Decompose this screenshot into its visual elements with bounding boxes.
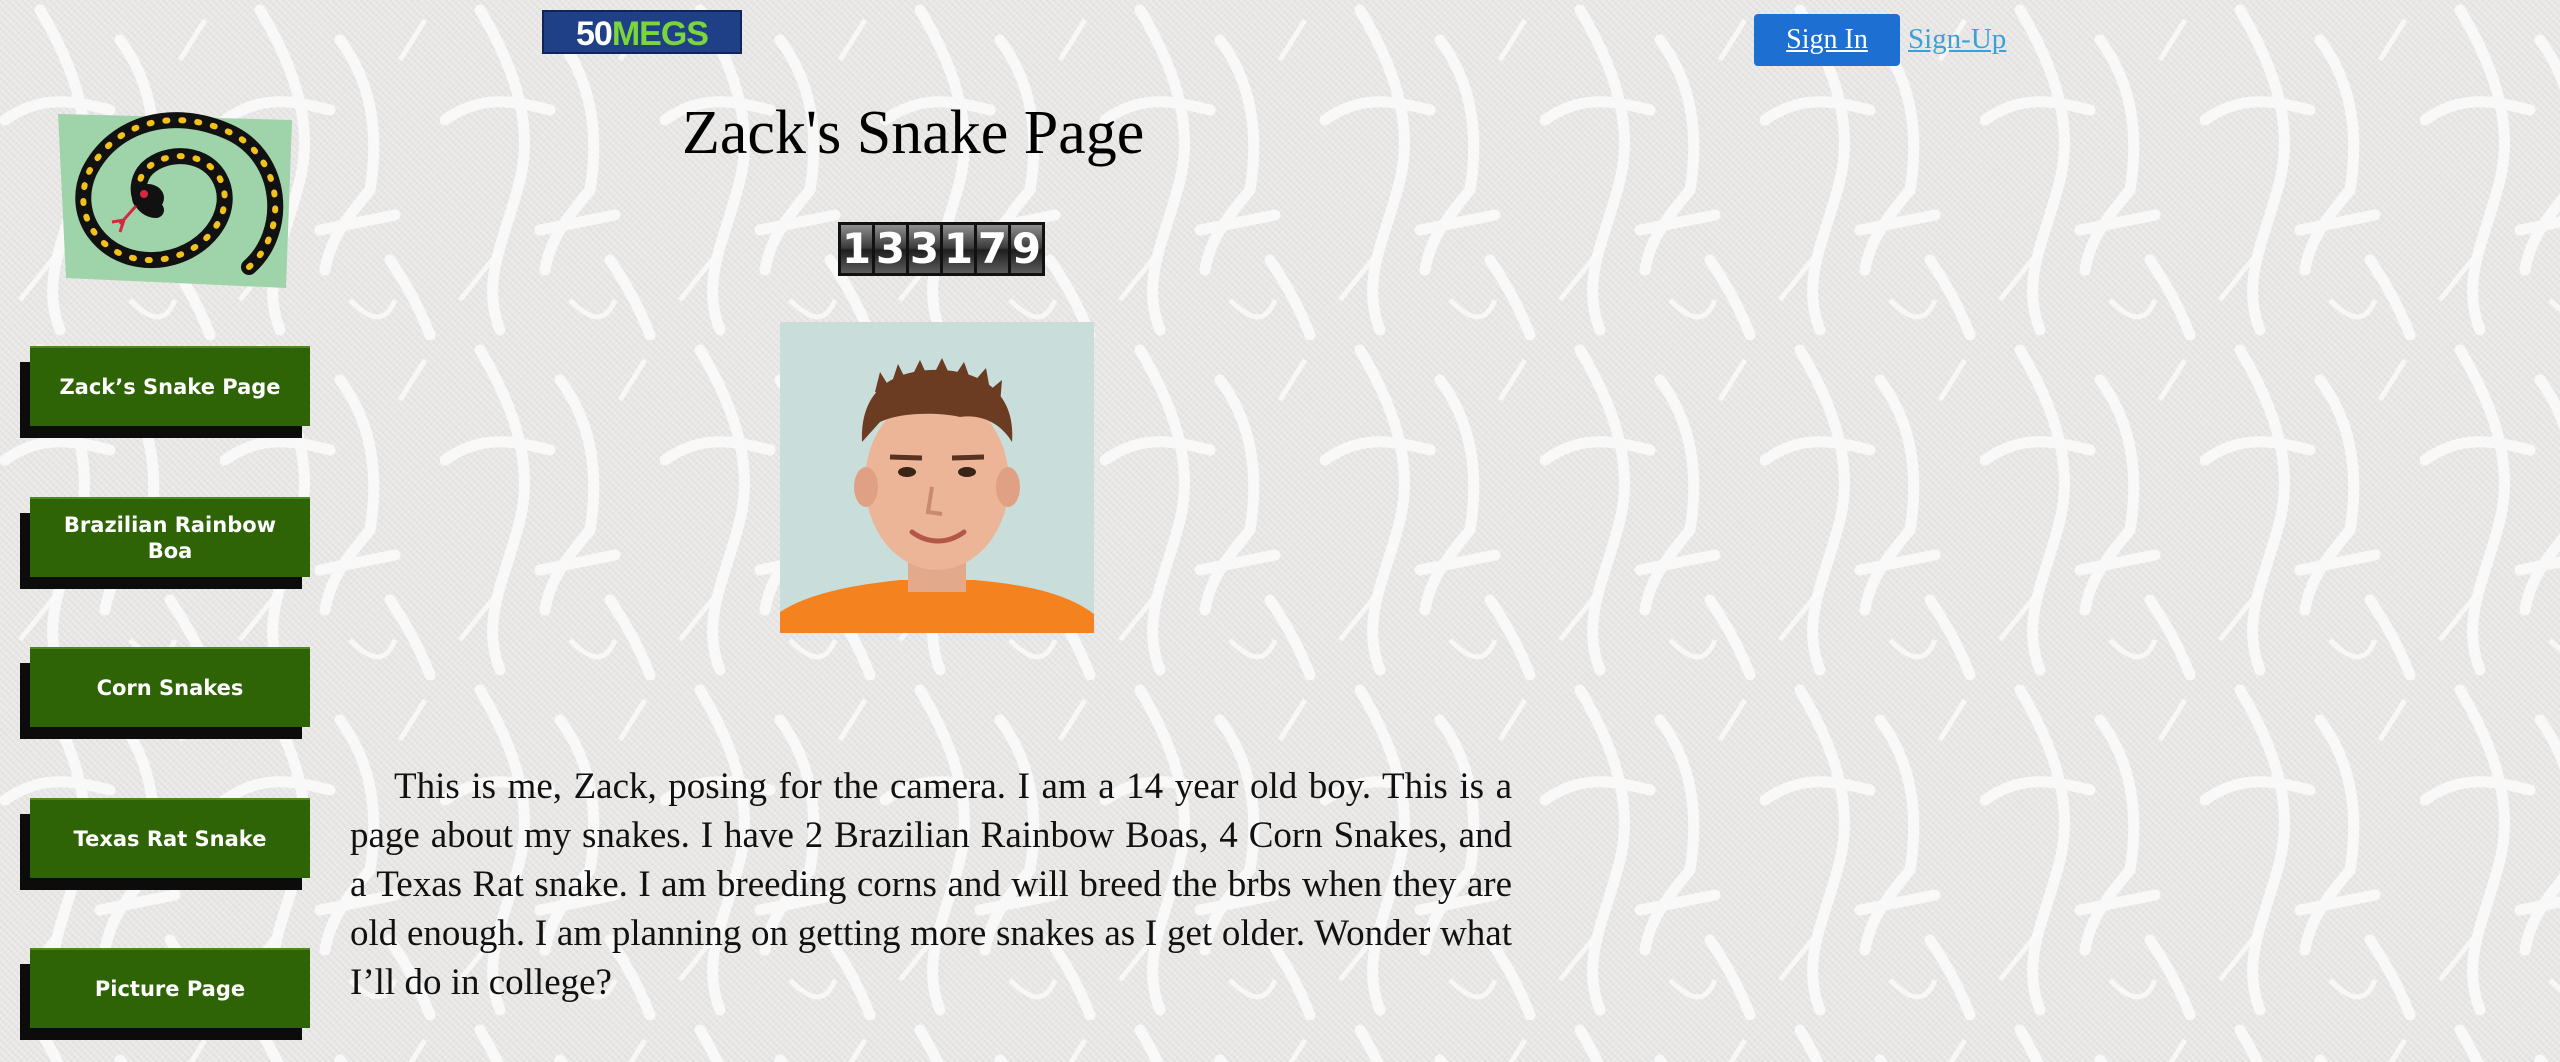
nav-zacks-snake-page[interactable]: Zack’s Snake Page: [20, 346, 312, 438]
sign-in-button[interactable]: Sign In: [1754, 14, 1900, 66]
nav-texas-rat-snake[interactable]: Texas Rat Snake: [20, 798, 312, 890]
nav-label: Brazilian Rainbow Boa: [30, 497, 310, 577]
nav-corn-snakes[interactable]: Corn Snakes: [20, 647, 312, 739]
zack-portrait-photo: [780, 322, 1094, 633]
logo-part2: MEGS: [611, 15, 709, 53]
counter-digit: 3: [875, 224, 906, 273]
counter-digit: 9: [1011, 224, 1042, 273]
nav-label: Corn Snakes: [30, 647, 310, 727]
hit-counter: 1 3 3 1 7 9: [838, 222, 1045, 276]
nav-brazilian-rainbow-boa[interactable]: Brazilian Rainbow Boa: [20, 497, 312, 589]
nav-label: Texas Rat Snake: [30, 798, 310, 878]
counter-digit: 7: [977, 224, 1008, 273]
50megs-logo[interactable]: 50MEGS: [542, 10, 742, 54]
coiled-snake-icon: [58, 112, 292, 288]
logo-part1: 50: [576, 15, 613, 53]
nav-picture-page[interactable]: Picture Page: [20, 948, 312, 1040]
page-title: Zack's Snake Page: [682, 99, 1145, 167]
counter-digit: 1: [841, 224, 872, 273]
counter-digit: 3: [909, 224, 940, 273]
sign-up-link[interactable]: Sign-Up: [1908, 16, 2006, 62]
nav-label: Picture Page: [30, 948, 310, 1028]
counter-digit: 1: [943, 224, 974, 273]
nav-label: Zack’s Snake Page: [30, 346, 310, 426]
bio-paragraph: This is me, Zack, posing for the camera.…: [350, 766, 1512, 1003]
